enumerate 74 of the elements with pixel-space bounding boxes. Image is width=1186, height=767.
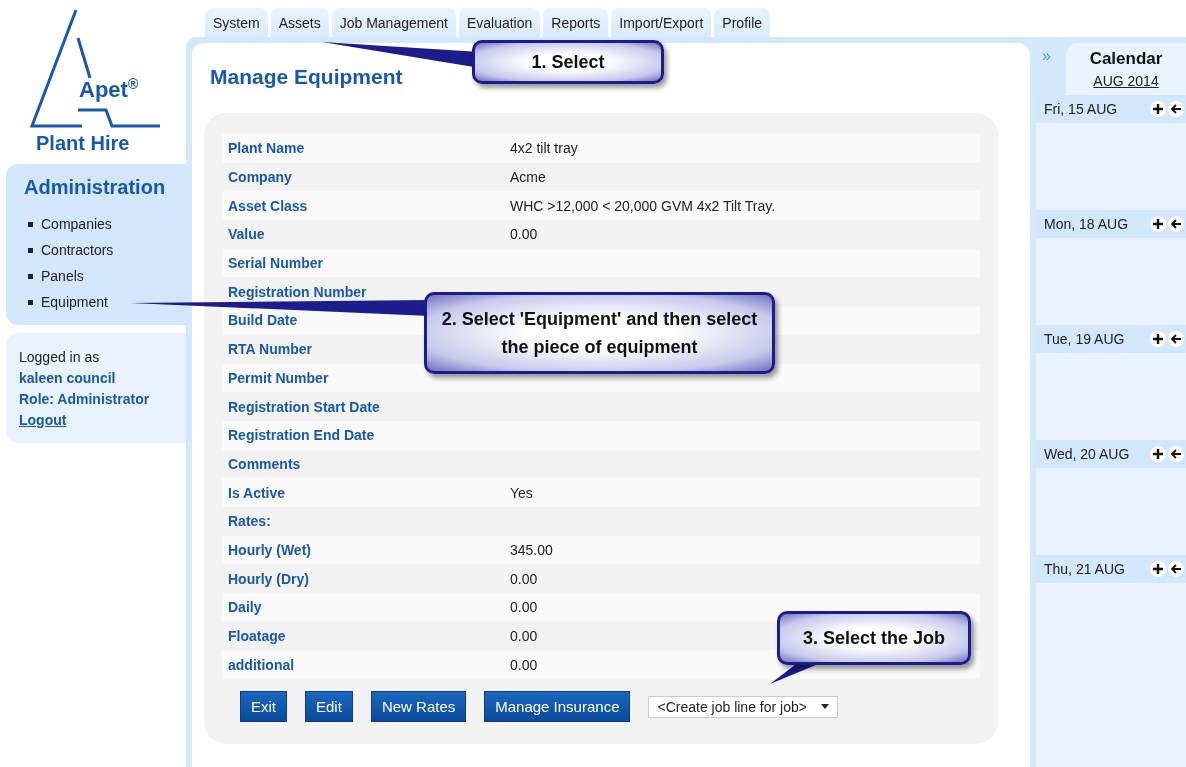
logo-tagline: Plant Hire <box>36 132 130 155</box>
nav-tab[interactable]: Reports <box>543 8 609 37</box>
day-label: Thu, 21 AUG <box>1044 561 1125 577</box>
field-value: 4x2 tilt tray <box>510 140 578 157</box>
field-label: Build Date <box>228 312 298 329</box>
add-icon[interactable] <box>1150 446 1166 462</box>
field-label: Asset Class <box>228 197 308 214</box>
field-label: Registration Number <box>228 283 367 300</box>
nav-tab[interactable]: Job Management <box>331 8 456 37</box>
field-label: Value <box>228 226 265 243</box>
job-select[interactable]: <Create job line for job> <box>648 695 838 718</box>
field-label: Is Active <box>228 484 286 501</box>
user-role: Role: Administrator <box>19 390 151 409</box>
add-icon[interactable] <box>1150 216 1166 232</box>
field-label: Plant Name <box>228 140 305 157</box>
field-label: Hourly (Wet) <box>228 541 311 558</box>
left-arrow-icon[interactable] <box>1168 561 1184 577</box>
action-button[interactable]: Exit <box>240 691 287 723</box>
day-label: Tue, 19 AUG <box>1044 331 1125 347</box>
field-value: 345.00 <box>510 541 553 558</box>
action-button[interactable]: Manage Insurance <box>484 691 631 723</box>
nav-tab[interactable]: System <box>205 8 268 37</box>
nav-tab[interactable]: Evaluation <box>458 8 541 37</box>
field-value: 0.00 <box>510 656 538 673</box>
month-link[interactable]: AUG 2014 <box>1093 73 1159 89</box>
login-text: Logged in as <box>19 348 101 367</box>
add-icon[interactable] <box>1150 331 1166 347</box>
field-value: WHC >12,000 < 20,000 GVM 4x2 Tilt Tray. <box>510 197 776 214</box>
admin-title: Administration <box>24 176 167 199</box>
action-button[interactable]: Edit <box>305 691 353 723</box>
dropdown-caret-icon <box>820 704 829 710</box>
left-arrow-icon[interactable] <box>1168 101 1184 117</box>
callout-note: 2. Select 'Equipment' and then select the piece of equipment <box>424 292 775 374</box>
day-label: Mon, 18 AUG <box>1044 216 1129 232</box>
field-value: 0.00 <box>510 599 538 616</box>
nav-tab[interactable]: Profile <box>714 8 771 37</box>
field-label: Registration End Date <box>228 427 375 444</box>
field-label: Floatage <box>228 628 286 645</box>
field-value: 0.00 <box>510 628 538 645</box>
field-value: 0.00 <box>510 570 538 587</box>
field-label: Serial Number <box>228 255 323 272</box>
field-label: RTA Number <box>228 341 312 358</box>
action-button[interactable]: New Rates <box>370 691 467 723</box>
field-value: 0.00 <box>510 226 538 243</box>
left-arrow-icon[interactable] <box>1168 331 1184 347</box>
field-label: Registration Start Date <box>228 398 380 415</box>
field-label: Rates: <box>228 513 271 530</box>
nav-tab[interactable]: Assets <box>270 8 329 37</box>
callout-note: 3. Select the Job <box>777 611 971 665</box>
field-label: Daily <box>228 599 262 616</box>
day-label: Wed, 20 AUG <box>1044 446 1130 462</box>
field-value: Acme <box>510 169 546 186</box>
add-icon[interactable] <box>1150 561 1166 577</box>
calendar-title: Calendar <box>1089 49 1163 69</box>
add-icon[interactable] <box>1150 101 1166 117</box>
field-label: Hourly (Dry) <box>228 570 309 587</box>
user-name: kaleen council <box>19 369 117 388</box>
page-title: Manage Equipment <box>210 65 404 89</box>
left-arrow-icon[interactable] <box>1168 216 1184 232</box>
logout-link[interactable]: Logout <box>19 410 67 431</box>
field-label: additional <box>228 656 295 673</box>
sidebar-item[interactable]: Equipment <box>28 289 186 315</box>
callout-note: 1. Select <box>472 40 664 84</box>
logo-brand: Apet$^{®}$ <box>79 76 139 104</box>
field-label: Permit Number <box>228 369 329 386</box>
sidebar-item[interactable]: Contractors <box>28 237 186 263</box>
sidebar-item[interactable]: Panels <box>28 263 186 289</box>
nav-tab[interactable]: Import/Export <box>611 8 712 37</box>
field-value: Yes <box>510 484 533 501</box>
left-arrow-icon[interactable] <box>1168 446 1184 462</box>
field-label: Comments <box>228 455 301 472</box>
sidebar-item[interactable]: Companies <box>28 211 186 237</box>
field-label: Company <box>228 169 292 186</box>
day-label: Fri, 15 AUG <box>1044 101 1118 117</box>
